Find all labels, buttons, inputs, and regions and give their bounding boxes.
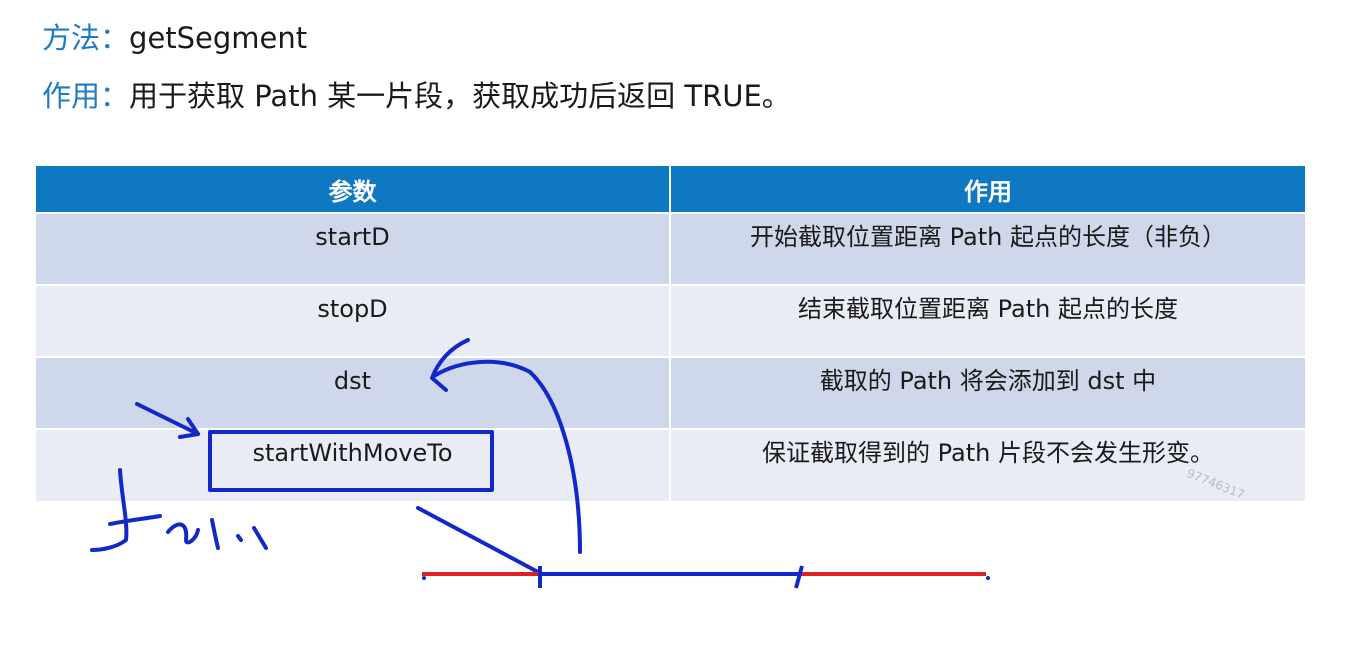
handwritten-scribble — [252, 526, 268, 550]
highlight-box — [208, 430, 494, 492]
segment-end-tick — [794, 565, 804, 589]
handwritten-scribble — [236, 534, 243, 542]
curved-arrow — [432, 359, 582, 554]
handwritten-scribble — [210, 518, 220, 550]
handwritten-scribble — [166, 522, 200, 545]
diagonal-arrow — [416, 506, 540, 574]
path-start-dot — [422, 576, 426, 580]
handwritten-scribble — [90, 468, 162, 552]
path-end-dot — [986, 576, 990, 580]
handwritten-annotation-layer — [90, 338, 990, 589]
